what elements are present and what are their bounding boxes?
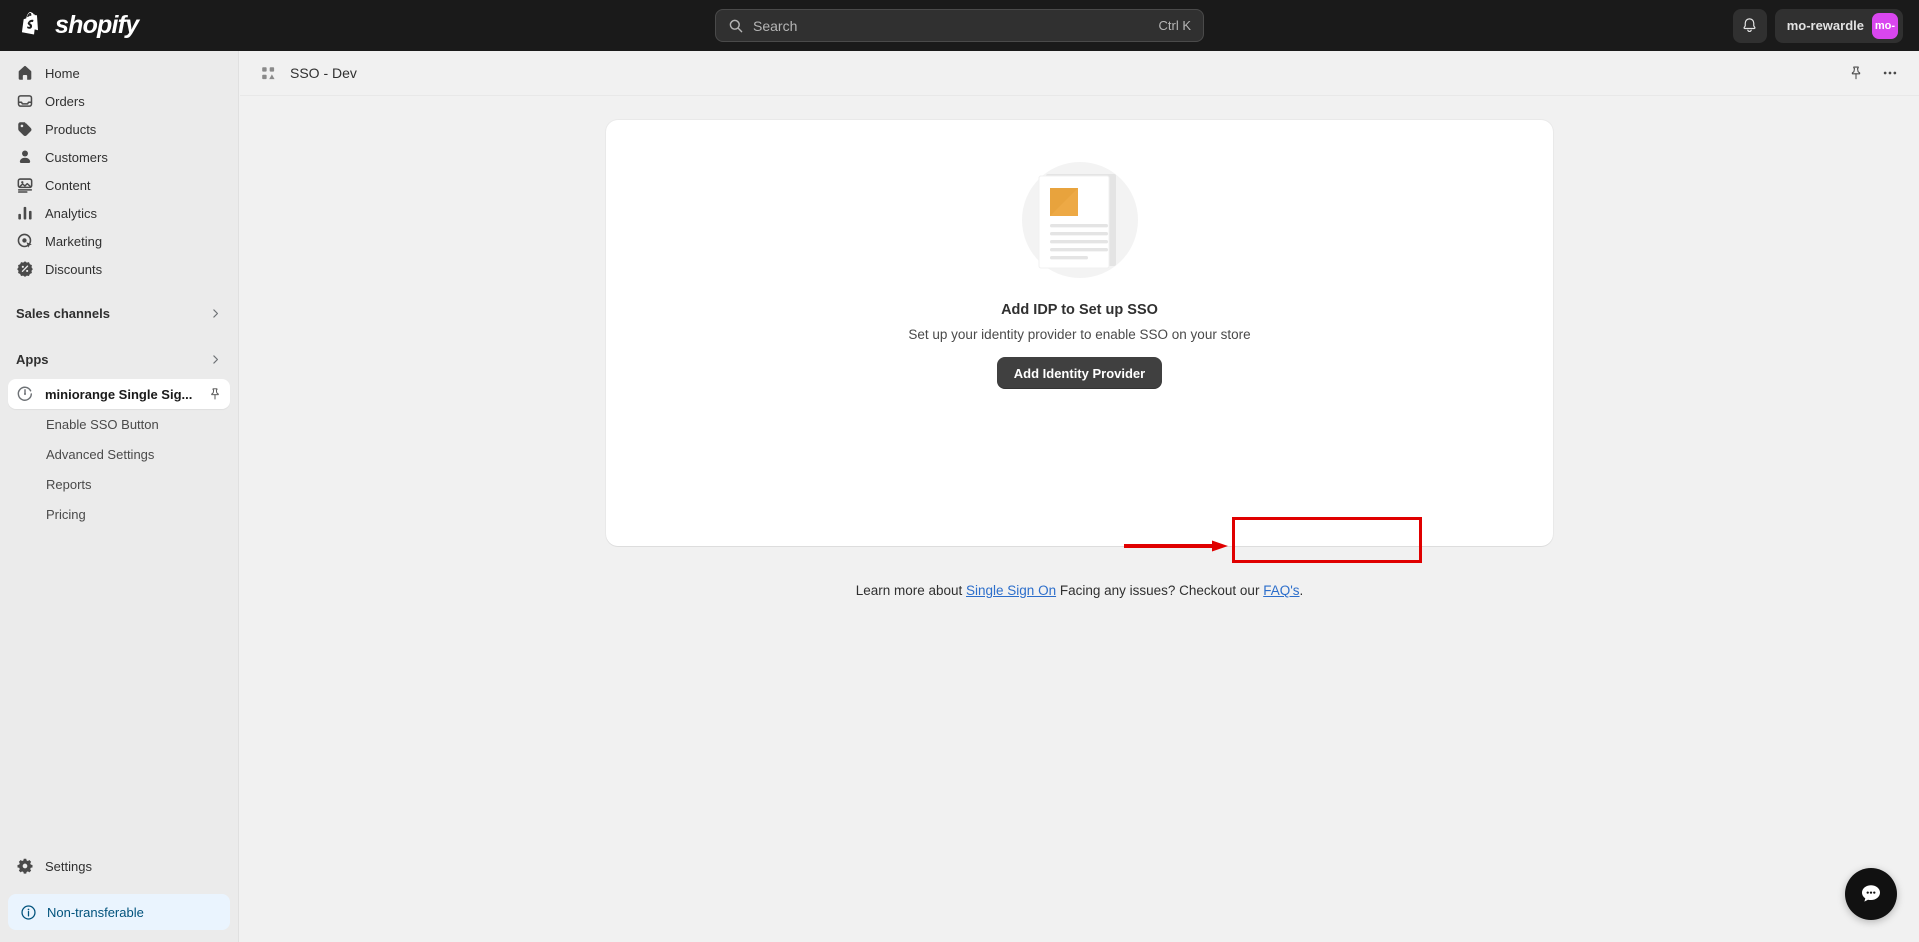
empty-state-card: Add IDP to Set up SSO Set up your identi… <box>606 120 1553 546</box>
bar-chart-icon <box>18 206 32 220</box>
single-sign-on-link[interactable]: Single Sign On <box>966 583 1056 598</box>
pin-icon[interactable] <box>208 387 222 401</box>
notifications-button[interactable] <box>1732 8 1767 43</box>
pin-page-button[interactable] <box>1841 58 1871 88</box>
sidebar-section-apps[interactable]: Apps <box>8 345 230 373</box>
main-content: Add IDP to Set up SSO Set up your identi… <box>240 96 1919 942</box>
more-options-button[interactable] <box>1875 58 1905 88</box>
search-icon <box>729 19 743 32</box>
sidebar-item-orders[interactable]: Orders <box>8 87 230 115</box>
empty-state-action-zone: Add Identity Provider <box>996 357 1163 389</box>
user-name-label: mo-rewardle <box>1786 18 1864 33</box>
sidebar-item-products[interactable]: Products <box>8 115 230 143</box>
page-header-actions <box>1841 58 1905 88</box>
sidebar-subitem-label: Advanced Settings <box>46 446 155 462</box>
footer-help-text: Learn more about Single Sign On Facing a… <box>240 583 1919 598</box>
miniorange-app-icon <box>17 386 33 401</box>
breadcrumb: SSO - Dev <box>260 65 357 82</box>
person-icon <box>19 150 31 164</box>
shopify-bag-icon <box>21 11 39 35</box>
tag-icon <box>18 122 32 137</box>
sidebar-item-label: Marketing <box>45 233 103 249</box>
sidebar-item-discounts[interactable]: Discounts <box>8 255 230 283</box>
target-icon <box>17 233 32 248</box>
sidebar-subitem-reports[interactable]: Reports <box>8 470 230 498</box>
top-bar-right-group: mo-rewardle mo- <box>1732 0 1903 51</box>
sidebar-item-label: Orders <box>45 93 85 109</box>
avatar: mo- <box>1872 12 1898 39</box>
empty-state-title: Add IDP to Set up SSO <box>1001 302 1158 318</box>
pin-icon <box>1851 66 1861 80</box>
add-identity-provider-button[interactable]: Add Identity Provider <box>996 357 1163 389</box>
chat-support-button[interactable] <box>1845 868 1897 920</box>
discount-badge-icon <box>17 261 33 277</box>
shopify-logo[interactable]: shopify <box>21 11 139 40</box>
ellipsis-horizontal-icon <box>1883 71 1897 75</box>
footer-middle: Facing any issues? Checkout our <box>1056 583 1264 598</box>
shopify-wordmark: shopify <box>55 11 139 39</box>
non-transferable-banner: Non-transferable <box>8 894 230 930</box>
sidebar-section-sales-channels[interactable]: Sales channels <box>8 299 230 327</box>
sidebar-item-content[interactable]: Content <box>8 171 230 199</box>
sidebar-section-label: Apps <box>16 351 49 367</box>
sidebar: Home Orders Products Customers Content A… <box>0 51 239 942</box>
sidebar-item-label: Home <box>45 65 80 81</box>
page-header: SSO - Dev <box>240 51 1919 96</box>
image-content-icon <box>17 178 33 193</box>
sidebar-subitem-pricing[interactable]: Pricing <box>8 500 230 528</box>
sidebar-section-label: Sales channels <box>16 305 110 321</box>
sidebar-item-customers[interactable]: Customers <box>8 143 230 171</box>
sidebar-subitem-label: Pricing <box>46 506 86 522</box>
sidebar-item-miniorange-sso[interactable]: miniorange Single Sig... <box>8 379 230 409</box>
sidebar-subitem-label: Reports <box>46 476 92 492</box>
sidebar-item-settings[interactable]: Settings <box>8 852 230 880</box>
chevron-right-icon <box>213 354 219 364</box>
sidebar-item-label: Settings <box>45 858 92 874</box>
bell-icon <box>1743 18 1756 33</box>
search-shortcut-hint: Ctrl K <box>1158 18 1192 33</box>
home-icon <box>18 65 32 80</box>
sidebar-item-home[interactable]: Home <box>8 59 230 87</box>
sidebar-item-analytics[interactable]: Analytics <box>8 199 230 227</box>
sidebar-subitem-enable-sso-button[interactable]: Enable SSO Button <box>8 410 230 438</box>
sidebar-item-label: Content <box>45 177 91 193</box>
search-input[interactable]: Search Ctrl K <box>715 9 1204 42</box>
chevron-right-icon <box>213 308 219 318</box>
gear-icon <box>17 858 33 874</box>
sidebar-item-label: Products <box>45 121 97 137</box>
sidebar-subitem-label: Enable SSO Button <box>46 416 159 432</box>
sidebar-item-marketing[interactable]: Marketing <box>8 227 230 255</box>
document-placeholder-illustration <box>1006 158 1154 282</box>
page-title: SSO - Dev <box>290 65 357 81</box>
footer-prefix: Learn more about <box>855 583 967 598</box>
app-blocks-icon <box>262 66 275 79</box>
orders-inbox-icon <box>17 95 33 107</box>
faq-link[interactable]: FAQ's <box>1263 583 1299 598</box>
sidebar-item-label: Customers <box>45 149 108 165</box>
sidebar-item-label: Discounts <box>45 261 103 277</box>
chat-bubble-icon <box>1862 885 1880 902</box>
footer-suffix: . <box>1299 583 1304 598</box>
sidebar-item-label: miniorange Single Sig... <box>45 386 193 402</box>
empty-state-subtitle: Set up your identity provider to enable … <box>908 327 1251 342</box>
non-transferable-banner-label: Non-transferable <box>47 904 144 920</box>
top-bar: shopify Search Ctrl K mo-rewardle mo- <box>0 0 1919 51</box>
user-menu-button[interactable]: mo-rewardle mo- <box>1774 8 1903 43</box>
sidebar-subitem-advanced-settings[interactable]: Advanced Settings <box>8 440 230 468</box>
sidebar-item-label: Analytics <box>45 205 98 221</box>
info-circle-icon <box>21 904 36 920</box>
search-placeholder-text: Search <box>753 17 798 34</box>
